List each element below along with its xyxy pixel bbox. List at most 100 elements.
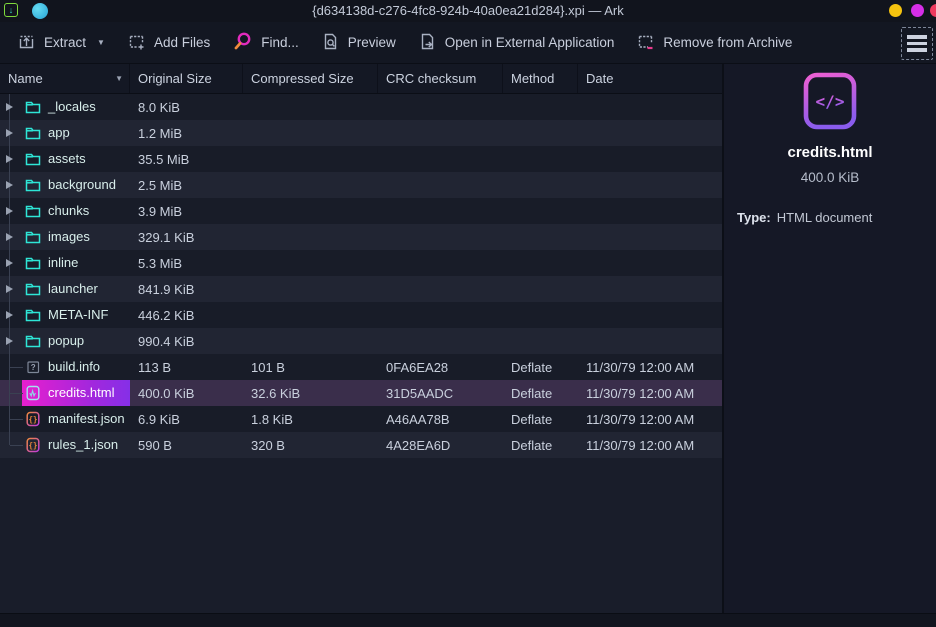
- expand-arrow-icon[interactable]: [6, 155, 13, 163]
- entry-name: inline: [48, 255, 78, 270]
- name-cell[interactable]: launcher: [0, 276, 130, 302]
- cell-date: [578, 146, 722, 172]
- cell-date: 11/30/79 12:00 AM: [578, 380, 722, 406]
- expand-arrow-icon[interactable]: [6, 207, 13, 215]
- expand-arrow-icon[interactable]: [6, 129, 13, 137]
- name-cell[interactable]: credits.html: [0, 380, 130, 406]
- minimize-button[interactable]: [889, 4, 902, 17]
- table-row[interactable]: _locales8.0 KiB: [0, 94, 722, 120]
- table-row[interactable]: credits.html400.0 KiB32.6 KiB31D5AADCDef…: [0, 380, 722, 406]
- table-row[interactable]: app1.2 MiB: [0, 120, 722, 146]
- type-value: HTML document: [777, 210, 873, 225]
- table-row[interactable]: inline5.3 MiB: [0, 250, 722, 276]
- cell-original: 113 B: [130, 354, 243, 380]
- cell-method: Deflate: [503, 406, 578, 432]
- svg-text:</>: </>: [816, 92, 845, 111]
- name-cell[interactable]: META-INF: [0, 302, 130, 328]
- name-cell[interactable]: background: [0, 172, 130, 198]
- cell-date: [578, 302, 722, 328]
- cell-method: Deflate: [503, 432, 578, 458]
- tree-connector: [10, 393, 23, 394]
- column-header-crc[interactable]: CRC checksum: [378, 64, 503, 93]
- cell-original: 841.9 KiB: [130, 276, 243, 302]
- folder-icon: [25, 281, 41, 297]
- name-cell[interactable]: images: [0, 224, 130, 250]
- preview-button[interactable]: Preview: [310, 26, 407, 60]
- name-cell[interactable]: _locales: [0, 94, 130, 120]
- expand-arrow-icon[interactable]: [6, 181, 13, 189]
- cell-compressed: [243, 146, 378, 172]
- table-row[interactable]: assets35.5 MiB: [0, 146, 722, 172]
- cell-compressed: 1.8 KiB: [243, 406, 378, 432]
- column-header-original-size[interactable]: Original Size: [130, 64, 243, 93]
- column-header-date[interactable]: Date: [578, 64, 722, 93]
- cell-compressed: 101 B: [243, 354, 378, 380]
- name-cell[interactable]: {}manifest.json: [0, 406, 130, 432]
- open-external-icon: [418, 32, 437, 54]
- html-file-icon: [25, 385, 41, 401]
- table-row[interactable]: chunks 3.9 MiB: [0, 198, 722, 224]
- table-row[interactable]: launcher 841.9 KiB: [0, 276, 722, 302]
- expand-arrow-icon[interactable]: [6, 233, 13, 241]
- chevron-down-icon: ▼: [97, 38, 105, 47]
- cell-method: [503, 120, 578, 146]
- table-row[interactable]: ?build.info113 B101 B0FA6EA28Deflate11/3…: [0, 354, 722, 380]
- cell-date: [578, 94, 722, 120]
- file-info-panel: </> credits.html 400.0 KiB Type:HTML doc…: [724, 64, 936, 613]
- cell-compressed: [243, 120, 378, 146]
- cell-compressed: 32.6 KiB: [243, 380, 378, 406]
- column-header-name[interactable]: Name ▼: [0, 64, 130, 93]
- cell-date: 11/30/79 12:00 AM: [578, 354, 722, 380]
- table-row[interactable]: images329.1 KiB: [0, 224, 722, 250]
- expand-arrow-icon[interactable]: [6, 259, 13, 267]
- cell-crc: [378, 120, 503, 146]
- remove-label: Remove from Archive: [663, 35, 792, 50]
- table-row[interactable]: background2.5 MiB: [0, 172, 722, 198]
- name-cell[interactable]: inline: [0, 250, 130, 276]
- extract-button[interactable]: Extract ▼: [6, 26, 116, 60]
- selected-file-size: 400.0 KiB: [724, 170, 936, 185]
- entry-name: chunks: [48, 203, 89, 218]
- open-external-label: Open in External Application: [445, 35, 615, 50]
- expand-arrow-icon[interactable]: [6, 285, 13, 293]
- cell-original: 3.9 MiB: [130, 198, 243, 224]
- folder-icon: [25, 99, 41, 115]
- cell-crc: A46AA78B: [378, 406, 503, 432]
- table-row[interactable]: popup990.4 KiB: [0, 328, 722, 354]
- archive-table: Name ▼ Original Size Compressed Size CRC…: [0, 64, 724, 613]
- column-header-method[interactable]: Method: [503, 64, 578, 93]
- entry-name: images: [48, 229, 90, 244]
- main-content: Name ▼ Original Size Compressed Size CRC…: [0, 64, 936, 613]
- name-cell[interactable]: assets: [0, 146, 130, 172]
- expand-arrow-icon[interactable]: [6, 337, 13, 345]
- maximize-button[interactable]: [911, 4, 924, 17]
- name-cell[interactable]: popup: [0, 328, 130, 354]
- name-cell[interactable]: ?build.info: [0, 354, 130, 380]
- folder-icon: [25, 333, 41, 349]
- svg-text:?: ?: [31, 363, 36, 372]
- cell-crc: [378, 146, 503, 172]
- cell-method: [503, 302, 578, 328]
- cell-crc: [378, 328, 503, 354]
- close-button[interactable]: [930, 4, 936, 17]
- find-button[interactable]: Find...: [221, 25, 310, 61]
- name-cell[interactable]: chunks: [0, 198, 130, 224]
- hamburger-menu-button[interactable]: [901, 27, 933, 60]
- column-header-compressed-size[interactable]: Compressed Size: [243, 64, 378, 93]
- remove-from-archive-button[interactable]: Remove from Archive: [625, 26, 803, 60]
- cell-original: 8.0 KiB: [130, 94, 243, 120]
- name-cell[interactable]: {}rules_1.json: [0, 432, 130, 458]
- svg-text:{}: {}: [28, 441, 37, 450]
- table-row[interactable]: META-INF446.2 KiB: [0, 302, 722, 328]
- add-files-button[interactable]: Add Files: [116, 26, 221, 60]
- expand-arrow-icon[interactable]: [6, 311, 13, 319]
- open-external-button[interactable]: Open in External Application: [407, 26, 626, 60]
- expand-arrow-icon[interactable]: [6, 103, 13, 111]
- table-row[interactable]: {}rules_1.json590 B320 B4A28EA6DDeflate1…: [0, 432, 722, 458]
- find-icon: [232, 31, 253, 55]
- table-row[interactable]: {}manifest.json6.9 KiB1.8 KiBA46AA78BDef…: [0, 406, 722, 432]
- name-cell[interactable]: app: [0, 120, 130, 146]
- cell-method: Deflate: [503, 354, 578, 380]
- folder-icon: [25, 255, 41, 271]
- entry-name: launcher: [48, 281, 98, 296]
